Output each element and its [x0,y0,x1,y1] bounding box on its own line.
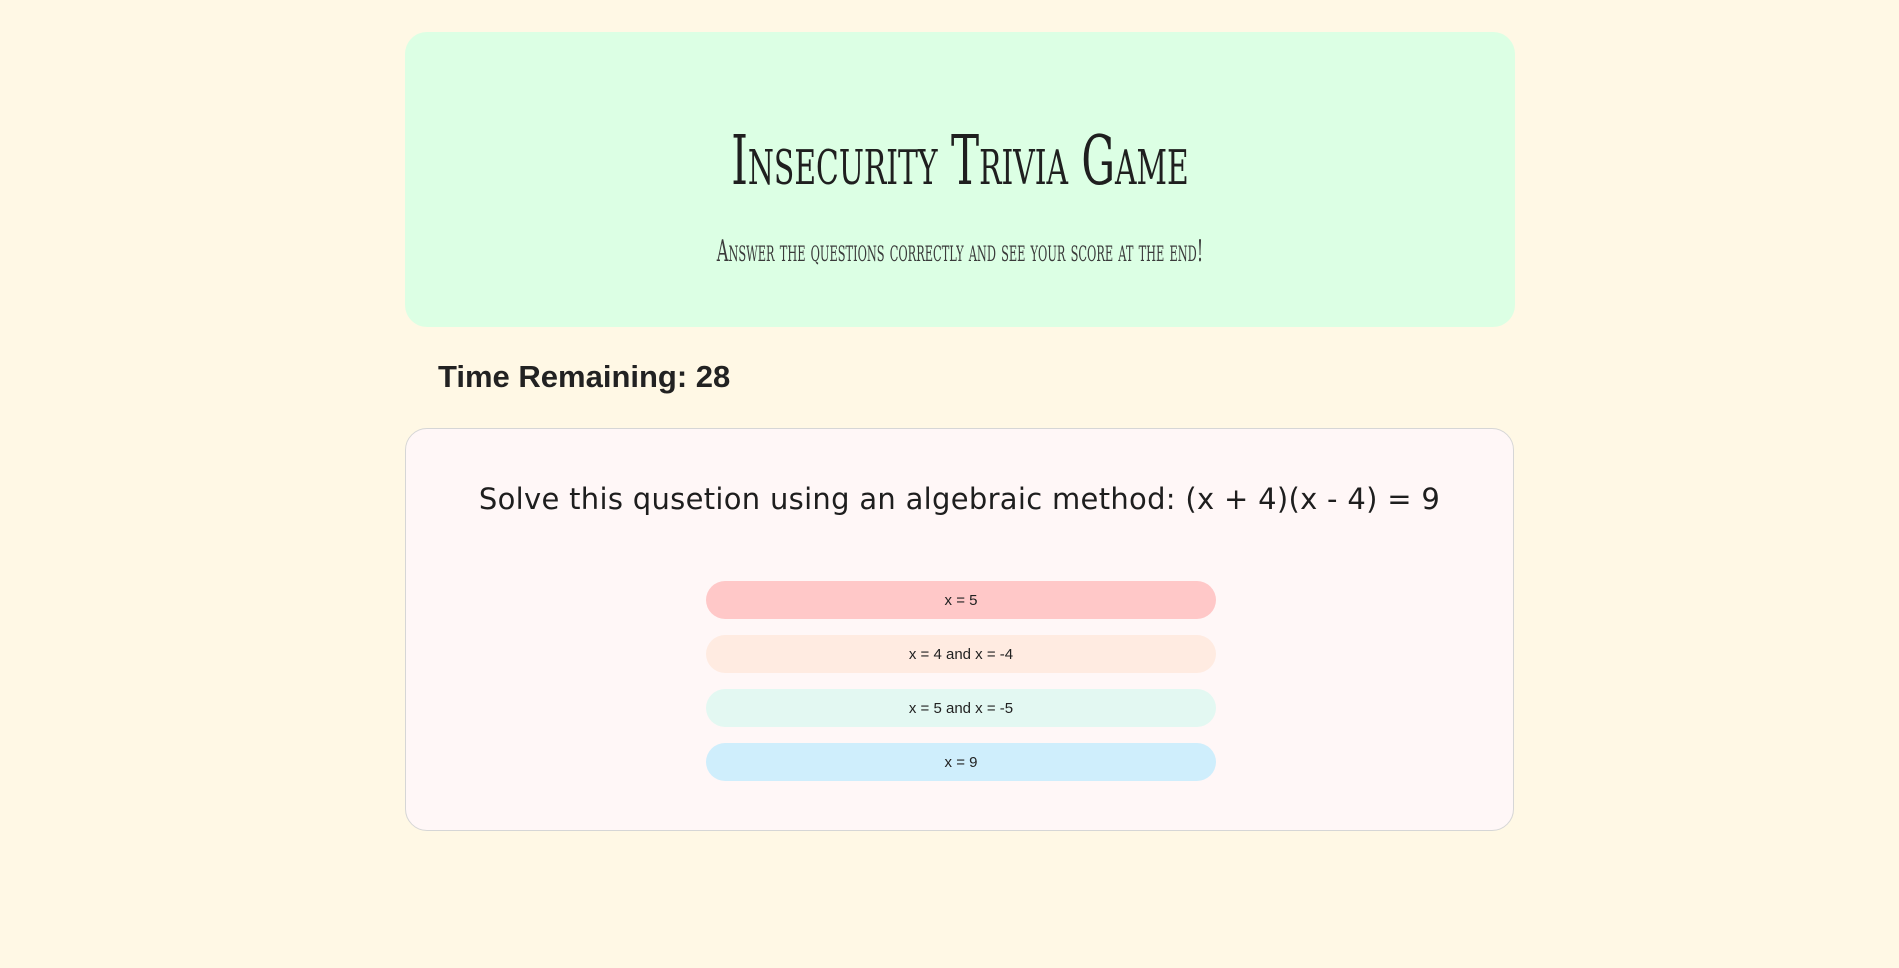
question-card: Solve this qusetion using an algebraic m… [405,428,1514,831]
answer-button-4[interactable]: x = 9 [706,743,1216,781]
game-subtitle: Answer the questions correctly and see y… [716,234,1204,269]
answer-button-1[interactable]: x = 5 [706,581,1216,619]
time-remaining: Time Remaining: 28 [438,359,731,394]
game-page: { "header": { "title": "Insecurity Trivi… [0,0,1899,968]
answer-button-2[interactable]: x = 4 and x = -4 [706,635,1216,673]
question-text: Solve this qusetion using an algebraic m… [478,482,1441,516]
game-title: Insecurity Trivia Game [731,122,1189,201]
header-card: Insecurity Trivia Game Answer the questi… [405,32,1515,327]
answer-button-3[interactable]: x = 5 and x = -5 [706,689,1216,727]
answer-list: x = 5 x = 4 and x = -4 x = 5 and x = -5 … [706,581,1216,797]
